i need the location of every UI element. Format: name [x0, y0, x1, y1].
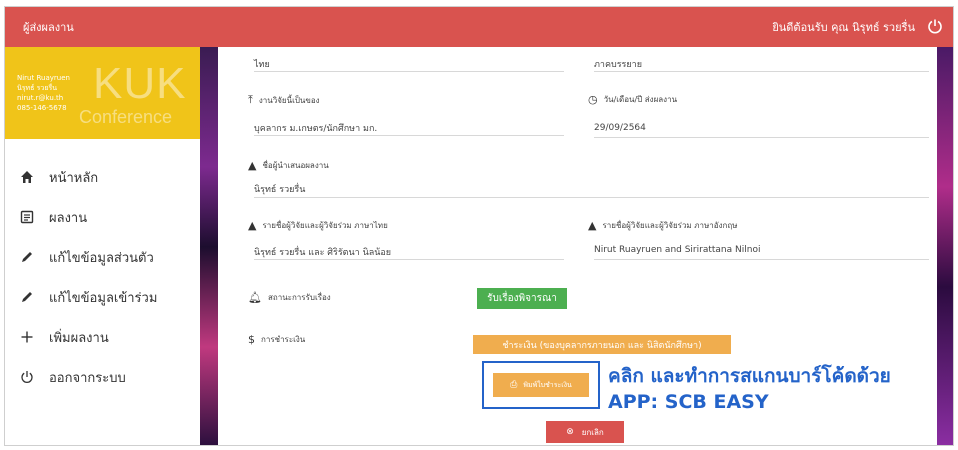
sidebar-item-home[interactable]: หน้าหลัก [5, 157, 200, 197]
decorative-background-right [937, 47, 953, 445]
presenter-value: นิรุทธ์ รวยรื่น [254, 185, 306, 195]
authors-th-label: ▲ รายชื่อผู้วิจัยและผู้วิจัยร่วม ภาษาไทย [248, 219, 388, 232]
sidebar-item-works[interactable]: ผลงาน [5, 197, 200, 237]
sidebar-menu: หน้าหลัก ผลงาน แก้ไขข้อมูลส่วนตัว แก้ไขข… [5, 157, 200, 397]
authors-en-value: Nirut Ruayruen and Sirirattana Nilnoi [594, 245, 761, 255]
user-icon: ▲ [588, 219, 597, 232]
sidebar-item-label: ออกจากระบบ [49, 370, 126, 386]
top-bar: ผู้ส่งผลงาน ยินดีต้อนรับ คุณ นิรุทธ์ รวย… [5, 7, 953, 47]
owner-label: ⤒ งานวิจัยนี้เป็นของ [248, 93, 320, 107]
language-value: ไทย [254, 60, 270, 70]
presenter-label: ▲ ชื่อผู้นำเสนอผลงาน [248, 159, 329, 172]
sidebar-item-edit-participation[interactable]: แก้ไขข้อมูลเข้าร่วม [5, 277, 200, 317]
instruction-annotation: คลิก และทำการสแกนบาร์โค้ดด้วย APP: SCB E… [608, 363, 891, 415]
document-icon [19, 209, 35, 225]
sidebar-item-add-work[interactable]: เพิ่มผลงาน [5, 317, 200, 357]
profile-email: nirut.r@ku.th [17, 94, 64, 102]
authors-en-label: ▲ รายชื่อผู้วิจัยและผู้วิจัยร่วม ภาษาอัง… [588, 219, 737, 232]
user-icon: ▲ [248, 159, 257, 172]
kuk-logo-text: KUK [93, 59, 187, 108]
date-value: 29/09/2564 [594, 123, 646, 133]
field-underline [594, 71, 929, 72]
user-icon: ▲ [248, 219, 257, 232]
welcome-text: ยินดีต้อนรับ คุณ นิรุทธ์ รวยรื่น [772, 21, 915, 34]
type-value: ภาคบรรยาย [594, 60, 642, 70]
dollar-icon: $ [248, 333, 255, 346]
annotation-line-2: APP: SCB EASY [608, 391, 769, 413]
payment-button[interactable]: ชำระเงิน (ของบุคลากรภายนอก และ นิสิตนักศ… [473, 335, 731, 354]
status-label-text: สถานะการรับเรื่อง [267, 293, 331, 302]
field-underline [594, 259, 929, 260]
payment-label: $ การชำระเงิน [248, 333, 305, 346]
date-label-text: วัน/เดือน/ปี ส่งผลงาน [603, 95, 678, 104]
print-payment-button[interactable]: ⎙ พิมพ์ใบชำระเงิน [493, 373, 589, 397]
home-icon [19, 169, 35, 185]
status-badge: รับเรื่องพิจารณา [477, 288, 567, 309]
cancel-button-label: ยกเลิก [581, 427, 604, 437]
status-label: 🔔︎ สถานะการรับเรื่อง [248, 291, 331, 304]
field-underline [254, 197, 929, 198]
authors-th-label-text: รายชื่อผู้วิจัยและผู้วิจัยร่วม ภาษาไทย [262, 221, 388, 230]
profile-name-en: Nirut Ruayruen [17, 74, 70, 82]
app-window: ผู้ส่งผลงาน ยินดีต้อนรับ คุณ นิรุทธ์ รวย… [4, 6, 954, 446]
sidebar-item-label: เพิ่มผลงาน [49, 330, 109, 346]
decorative-background-left [200, 47, 218, 445]
sidebar-item-logout[interactable]: ออกจากระบบ [5, 357, 200, 397]
profile-phone: 085-146-5678 [17, 104, 67, 112]
field-underline [594, 137, 929, 138]
profile-card: KUK Conference Nirut Ruayruen นิรุทธ์ รว… [5, 47, 200, 139]
sidebar-item-label: แก้ไขข้อมูลเข้าร่วม [49, 290, 158, 306]
sidebar: KUK Conference Nirut Ruayruen นิรุทธ์ รว… [5, 47, 200, 445]
power-icon[interactable] [927, 18, 943, 34]
field-underline [254, 259, 564, 260]
pencil-icon [19, 249, 35, 265]
presenter-label-text: ชื่อผู้นำเสนอผลงาน [262, 161, 329, 170]
cancel-button[interactable]: ⊗ ยกเลิก [546, 421, 624, 443]
print-icon: ⎙ [510, 380, 518, 390]
owner-label-text: งานวิจัยนี้เป็นของ [258, 95, 320, 105]
payment-label-text: การชำระเงิน [261, 335, 306, 344]
power-icon [19, 369, 35, 385]
profile-name-th: นิรุทธ์ รวยรื่น [17, 84, 57, 92]
field-underline [254, 135, 564, 136]
sidebar-item-label: หน้าหลัก [49, 170, 99, 186]
brand-title: ผู้ส่งผลงาน [23, 21, 74, 34]
pencil-icon [19, 289, 35, 305]
clock-icon: ◷ [588, 93, 598, 106]
plus-icon [19, 329, 35, 345]
sidebar-item-edit-profile[interactable]: แก้ไขข้อมูลส่วนตัว [5, 237, 200, 277]
print-button-label: พิมพ์ใบชำระเงิน [523, 380, 572, 389]
authors-en-label-text: รายชื่อผู้วิจัยและผู้วิจัยร่วม ภาษาอังกฤ… [602, 221, 738, 230]
sidebar-item-label: ผลงาน [49, 210, 88, 226]
authors-th-value: นิรุทธ์ รวยรื่น และ ศิริรัตนา นิลน้อย [254, 248, 392, 258]
bell-icon: 🔔︎ [248, 291, 262, 304]
work-detail-form: ไทย ภาคบรรยาย ⤒ งานวิจัยนี้เป็นของ บุคลา… [218, 47, 937, 445]
owner-value: บุคลากร ม.เกษตร/นักศึกษา มก. [254, 124, 378, 134]
date-label: ◷ วัน/เดือน/ปี ส่งผลงาน [588, 93, 677, 106]
annotation-line-1: คลิก และทำการสแกนบาร์โค้ดด้วย [608, 365, 891, 387]
field-underline [254, 71, 564, 72]
upload-icon: ⤒ [248, 93, 253, 106]
close-circle-icon: ⊗ [566, 427, 574, 437]
conference-logo-text: Conference [79, 107, 173, 127]
sidebar-item-label: แก้ไขข้อมูลส่วนตัว [49, 250, 154, 266]
